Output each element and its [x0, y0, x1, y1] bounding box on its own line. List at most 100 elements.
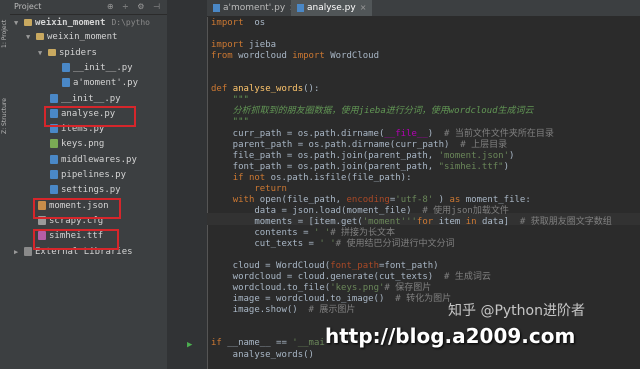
code-token: 'moment.json': [438, 150, 510, 161]
code-token: return: [211, 183, 287, 194]
code-line: analyse_words(): [211, 349, 314, 361]
py-file-icon: [62, 62, 70, 72]
code-token: in: [465, 216, 477, 227]
code-token: data]: [476, 216, 520, 227]
expand-arrow-icon[interactable]: ▼: [38, 46, 48, 61]
python-file-icon: [213, 3, 220, 12]
code-token: for: [416, 216, 434, 227]
code-line: import os: [211, 17, 265, 29]
code-line: cut_texts = ' '# 使用结巴分词进行中文分词: [211, 238, 454, 250]
highlight-analyse: [44, 106, 136, 127]
tree-item-label: middlewares.py: [61, 154, 137, 165]
tree-item[interactable]: a'moment'.py: [62, 76, 138, 91]
code-token: ' ': [319, 239, 336, 249]
code-token: 'utf-8': [395, 194, 434, 205]
code-token: wordcloud = cloud.generate(cut_texts): [211, 272, 444, 283]
tree-item[interactable]: __init__.py: [62, 61, 133, 76]
code-token: import: [292, 51, 325, 62]
folder-file-icon: [48, 48, 56, 56]
code-token: jieba: [243, 40, 277, 51]
highlight-simhei: [33, 229, 119, 250]
code-token: item: [433, 216, 466, 227]
png-file-icon: [50, 139, 58, 149]
code-token: WordCloud: [324, 51, 379, 62]
project-tool-tab[interactable]: 1: Project: [0, 4, 10, 64]
code-token: # 转化为图片: [395, 294, 452, 305]
code-token: ): [433, 194, 450, 205]
expand-arrow-icon[interactable]: ▼: [26, 30, 36, 45]
code-token: as: [449, 194, 461, 205]
code-token: # 拼接为长文本: [330, 227, 396, 238]
folder-file-icon: [36, 33, 44, 41]
tree-item[interactable]: ▼ weixin_moment: [26, 30, 117, 45]
code-token: if: [211, 338, 222, 349]
code-token: '': [406, 216, 417, 227]
code-token: def: [211, 84, 228, 95]
tree-item[interactable]: ▼ spiders: [38, 46, 97, 61]
code-token: import: [211, 40, 244, 51]
code-token: encoding: [346, 194, 390, 205]
tree-item[interactable]: ▼ weixin_moment D:\pytho: [14, 15, 150, 30]
code-token: # 保存图片: [384, 283, 432, 294]
code-token: from: [211, 51, 233, 62]
code-token: __name__ ==: [221, 338, 293, 349]
tab-analyse[interactable]: analyse.py ×: [291, 0, 373, 16]
panel-header-icons[interactable]: ⊕ ÷ ⚙ ⊣: [107, 0, 163, 14]
expand-arrow-icon[interactable]: ▶: [14, 245, 24, 260]
code-token: 'moment': [362, 216, 407, 227]
code-token: ): [509, 150, 515, 161]
code-token: open(file_path,: [254, 194, 347, 205]
code-token: # 展示图片: [308, 305, 356, 316]
tree-item-label: weixin_moment: [47, 32, 118, 43]
code-token: os.path.isfile(file_path):: [265, 172, 412, 183]
code-token: __file__: [384, 128, 428, 139]
code-token: cloud = WordCloud(: [211, 261, 331, 272]
code-token: with: [232, 194, 255, 205]
highlight-moment-json: [33, 198, 121, 219]
code-line: 分析抓取到的朋友圈数据，使用jieba进行分词，使用wordcloud生成词云: [211, 105, 534, 117]
code-token: # 当前文件文件夹所在目录: [444, 128, 554, 139]
code-token: # 生成词云: [444, 272, 491, 283]
tree-item[interactable]: keys.png: [50, 137, 104, 152]
tree-item[interactable]: middlewares.py: [50, 153, 137, 168]
expand-arrow-icon[interactable]: ▼: [14, 16, 24, 31]
project-panel: Project ⊕ ÷ ⚙ ⊣ ▼ weixin_moment D:\pytho ▼ w…: [10, 0, 167, 369]
code-token: """: [211, 117, 249, 128]
tree-item-label: keys.png: [61, 139, 105, 150]
py-file-icon: [50, 93, 58, 103]
run-arrow-icon[interactable]: ▶: [187, 340, 192, 350]
code-line: from wordcloud import WordCloud: [211, 50, 379, 62]
project-panel-title[interactable]: Project: [14, 2, 41, 11]
code-token: wordcloud.to_file(: [211, 283, 331, 294]
python-file-icon: [297, 3, 304, 12]
code-token: analyse_words: [232, 84, 304, 95]
tree-item-label: spiders: [59, 47, 97, 58]
tab-amoment[interactable]: a'moment'.py×: [207, 0, 302, 16]
libs-file-icon: [24, 246, 32, 256]
code-token: font_path = os.path.join(parent_path,: [211, 161, 439, 172]
folder-file-icon: [24, 19, 32, 26]
code-token: """: [211, 95, 249, 106]
structure-tool-tab[interactable]: Z: Structure: [0, 86, 10, 146]
code-token: contents =: [211, 227, 314, 238]
code-token: # 使用结巴分词进行中文分词: [335, 239, 455, 249]
code-token: =font_path): [379, 261, 439, 272]
code-token: font_path: [330, 261, 379, 272]
tree-item-label: __init__.py: [61, 93, 121, 104]
code-token: '__mai: [292, 338, 325, 349]
code-token: cut_texts =: [211, 239, 320, 249]
py-file-icon: [50, 154, 58, 164]
py-file-icon: [50, 185, 58, 195]
tree-item[interactable]: settings.py: [50, 183, 121, 198]
project-path: D:\pytho: [111, 18, 150, 27]
tree-item[interactable]: __init__.py: [50, 92, 121, 107]
code-token: os: [243, 18, 266, 28]
code-token: parent_path = os.path.dirname(curr_path): [211, 139, 461, 150]
py-file-icon: [62, 78, 70, 88]
tree-item[interactable]: pipelines.py: [50, 168, 126, 183]
code-token: 'keys.png': [330, 283, 385, 294]
tree-item-label: __init__.py: [73, 62, 133, 73]
tree-item-label: settings.py: [61, 185, 121, 196]
close-icon[interactable]: ×: [360, 3, 367, 12]
